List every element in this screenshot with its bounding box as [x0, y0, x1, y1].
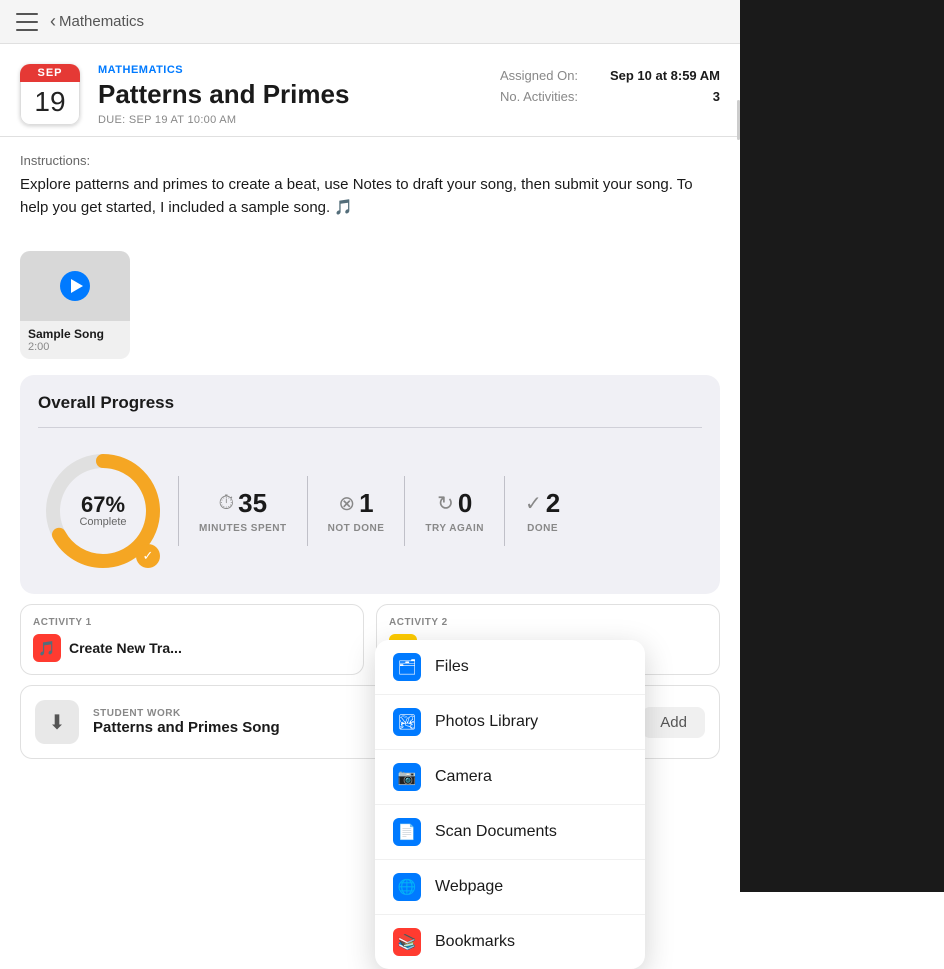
instructions-label: Instructions: [20, 153, 720, 168]
student-work-icon: ⬇ [35, 700, 79, 744]
assignment-header: SEP 19 MATHEMATICS Patterns and Primes D… [0, 44, 740, 137]
done-value: 2 [546, 488, 560, 519]
progress-section: Overall Progress 67% Complete ✓ [20, 375, 720, 594]
dropdown-item-camera[interactable]: 📷 Camera [375, 750, 645, 805]
dropdown-item-photos[interactable]: 🏞 Photos Library [375, 695, 645, 750]
add-button[interactable]: Add [642, 707, 705, 738]
music-icon: 🎵 [33, 634, 61, 662]
dropdown-item-webpage[interactable]: 🌐 Webpage [375, 860, 645, 915]
dropdown-item-files[interactable]: 🗂 Files [375, 640, 645, 695]
assignment-meta: Assigned On: Sep 10 at 8:59 AM No. Activ… [500, 64, 720, 104]
calendar-month: SEP [20, 64, 80, 82]
scroll-indicator[interactable] [737, 100, 740, 140]
camera-icon: 📷 [393, 763, 421, 791]
instructions-section: Instructions: Explore patterns and prime… [0, 137, 740, 235]
bookmarks-icon: 📚 [393, 928, 421, 956]
play-triangle-icon [71, 279, 83, 293]
scan-label: Scan Documents [435, 823, 557, 841]
attachment-name: Sample Song [28, 327, 122, 341]
play-button[interactable] [60, 271, 90, 301]
back-button[interactable]: ‹ Mathematics [50, 11, 144, 32]
calendar-icon: SEP 19 [20, 64, 80, 125]
not-done-value: 1 [359, 488, 373, 519]
assignment-title: Patterns and Primes [98, 79, 482, 110]
not-done-icon: ⊗ [338, 491, 355, 516]
webpage-label: Webpage [435, 878, 503, 896]
bookmarks-label: Bookmarks [435, 933, 515, 951]
try-again-value: 0 [458, 488, 472, 519]
dropdown-menu: 🗂 Files 🏞 Photos Library 📷 Camera 📄 Scan… [375, 640, 645, 969]
attachment-preview [20, 251, 130, 321]
stat-divider-1 [178, 476, 179, 546]
done-icon: ✓ [525, 491, 542, 516]
activities-label: No. Activities: [500, 89, 578, 104]
clock-icon: ⏱ [219, 492, 235, 515]
attachment-duration: 2:00 [28, 341, 122, 353]
stat-divider-4 [504, 476, 505, 546]
minutes-stat: ⏱ 35 MINUTES SPENT [189, 488, 297, 534]
minutes-label: MINUTES SPENT [199, 523, 287, 534]
stat-divider-3 [404, 476, 405, 546]
dropdown-item-scan[interactable]: 📄 Scan Documents [375, 805, 645, 860]
minutes-value: 35 [238, 488, 267, 519]
files-label: Files [435, 658, 469, 676]
progress-title: Overall Progress [38, 393, 702, 413]
attachment-info: Sample Song 2:00 [20, 321, 130, 359]
assignment-info: MATHEMATICS Patterns and Primes DUE: SEP… [98, 64, 482, 126]
assigned-value: Sep 10 at 8:59 AM [610, 68, 720, 83]
donut-text: 67% Complete [79, 494, 126, 528]
try-again-label: TRY AGAIN [425, 523, 484, 534]
assigned-label: Assigned On: [500, 68, 578, 83]
files-icon: 🗂 [393, 653, 421, 681]
activities-value: 3 [713, 89, 720, 104]
sample-song-attachment[interactable]: Sample Song 2:00 [20, 251, 130, 359]
camera-label: Camera [435, 768, 492, 786]
activity-card-1[interactable]: ACTIVITY 1 🎵 Create New Tra... [20, 604, 364, 675]
sidebar-toggle[interactable] [16, 13, 38, 31]
activity-1-name: 🎵 Create New Tra... [33, 634, 351, 662]
try-again-icon: ↻ [437, 491, 454, 516]
webpage-icon: 🌐 [393, 873, 421, 901]
stat-divider-2 [307, 476, 308, 546]
activity-1-label: ACTIVITY 1 [33, 617, 351, 628]
scan-icon: 📄 [393, 818, 421, 846]
donut-label: Complete [79, 516, 126, 528]
donut-chart: 67% Complete ✓ [38, 446, 168, 576]
donut-percent: 67% [79, 494, 126, 516]
photos-label: Photos Library [435, 713, 538, 731]
instructions-text: Explore patterns and primes to create a … [20, 174, 720, 219]
done-label: DONE [527, 523, 558, 534]
done-stat: ✓ 2 DONE [515, 488, 570, 534]
donut-check-icon: ✓ [136, 544, 160, 568]
progress-stats: 67% Complete ✓ ⏱ 35 MINUTES SPENT ⊗ 1 [38, 446, 702, 576]
dropdown-item-bookmarks[interactable]: 📚 Bookmarks [375, 915, 645, 969]
activity-2-label: ACTIVITY 2 [389, 617, 707, 628]
photos-icon: 🏞 [393, 708, 421, 736]
progress-divider [38, 427, 702, 428]
calendar-day: 19 [20, 82, 80, 125]
activity-1-text: Create New Tra... [69, 640, 182, 656]
try-again-stat: ↻ 0 TRY AGAIN [415, 488, 494, 534]
assignment-due: DUE: SEP 19 AT 10:00 AM [98, 114, 482, 126]
not-done-stat: ⊗ 1 NOT DONE [318, 488, 395, 534]
not-done-label: NOT DONE [328, 523, 385, 534]
back-label: Mathematics [59, 13, 144, 30]
right-panel [740, 0, 944, 892]
assignment-subject: MATHEMATICS [98, 64, 482, 76]
